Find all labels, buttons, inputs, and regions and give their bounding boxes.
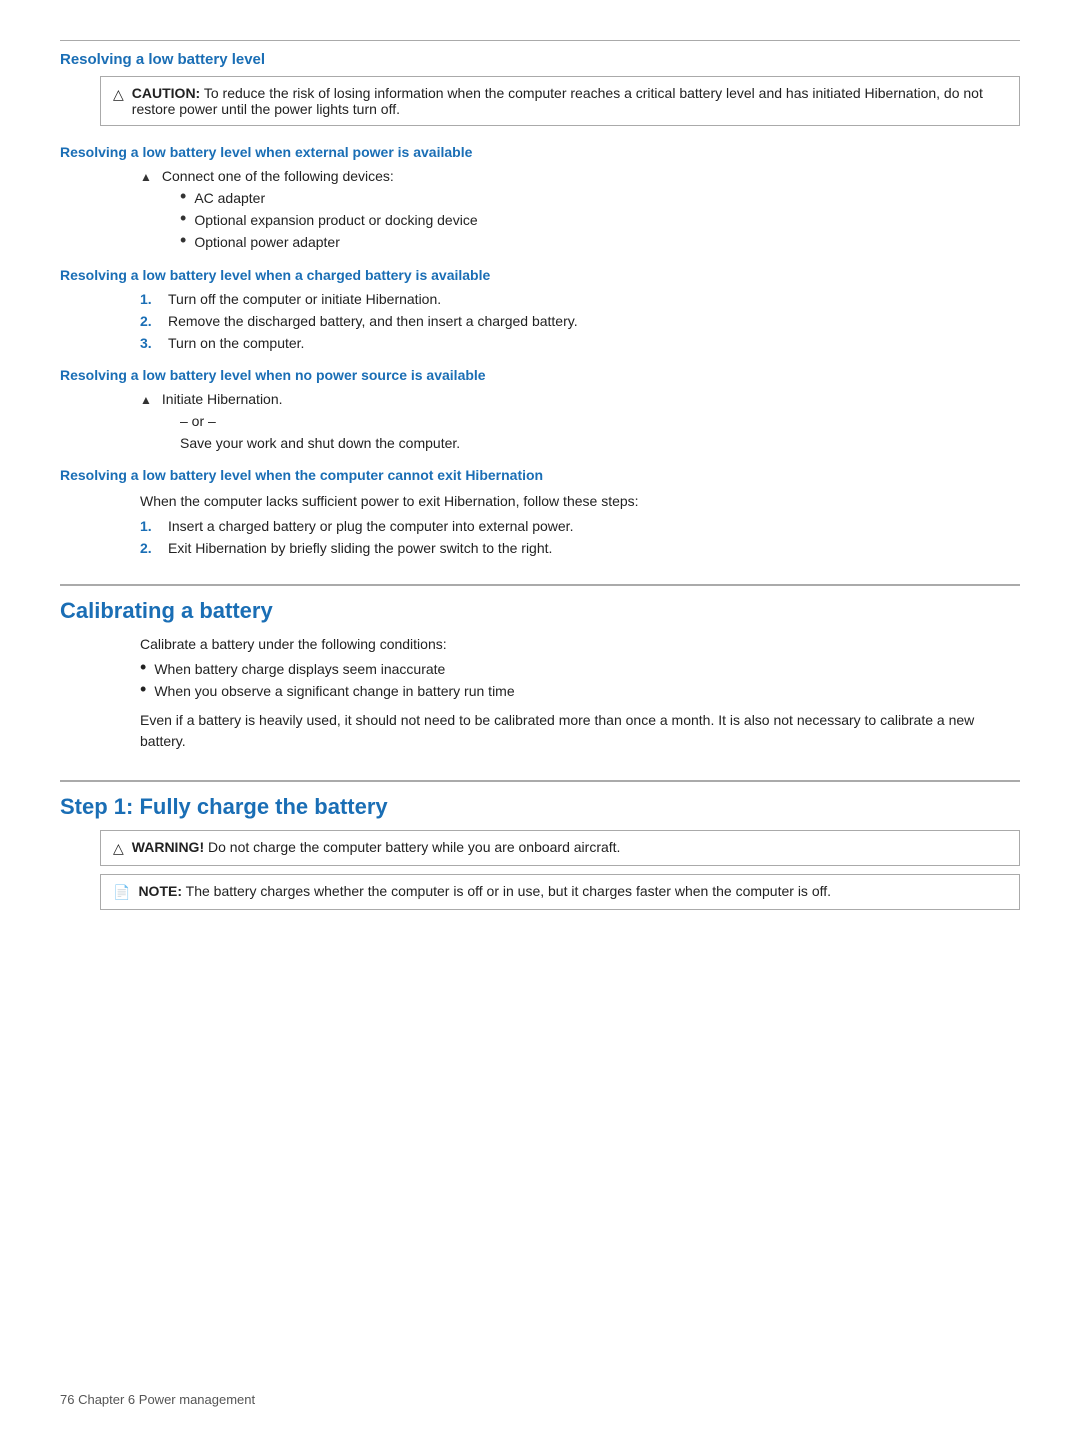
cannot-exit-step-1-text: Insert a charged battery or plug the com…: [168, 518, 573, 534]
charged-battery-steps: 1. Turn off the computer or initiate Hib…: [140, 291, 1020, 351]
initiate-hibernation-text: Initiate Hibernation.: [162, 391, 283, 407]
step-2-num: 2.: [140, 313, 168, 329]
cannot-exit-step-2-num: 2.: [140, 540, 168, 556]
calibrating-bullet-1: • When battery charge displays seem inac…: [140, 661, 1020, 678]
external-power-heading: Resolving a low battery level when exter…: [60, 144, 1020, 160]
note-label: NOTE:: [138, 883, 182, 899]
calibrating-note: Even if a battery is heavily used, it sh…: [140, 710, 1020, 752]
step1-heading: Step 1: Fully charge the battery: [60, 780, 1020, 820]
step-3-text: Turn on the computer.: [168, 335, 304, 351]
ac-adapter-text: AC adapter: [194, 190, 265, 206]
step-1-num: 1.: [140, 291, 168, 307]
warning-text: Do not charge the computer battery while…: [208, 839, 620, 855]
cannot-exit-steps: 1. Insert a charged battery or plug the …: [140, 518, 1020, 556]
dot-icon-cal-2: •: [140, 679, 146, 700]
dot-icon: •: [180, 208, 186, 229]
step-1: 1. Turn off the computer or initiate Hib…: [140, 291, 1020, 307]
cannot-exit-step-1-num: 1.: [140, 518, 168, 534]
warning-box: △ WARNING! Do not charge the computer ba…: [100, 830, 1020, 866]
power-adapter-item: • Optional power adapter: [180, 234, 1020, 251]
dot-icon: •: [180, 230, 186, 251]
warning-content: WARNING! Do not charge the computer batt…: [132, 839, 621, 855]
top-rule: [60, 40, 1020, 41]
step-2: 2. Remove the discharged battery, and th…: [140, 313, 1020, 329]
power-adapter-text: Optional power adapter: [194, 234, 340, 250]
note-text: The battery charges whether the computer…: [186, 883, 831, 899]
caution-content: CAUTION: To reduce the risk of losing in…: [132, 85, 1007, 117]
no-power-heading: Resolving a low battery level when no po…: [60, 367, 1020, 383]
triangle-icon-2: ▲: [140, 393, 152, 407]
ac-adapter-item: • AC adapter: [180, 190, 1020, 207]
resolving-heading: Resolving a low battery level: [60, 51, 1020, 68]
step-3-num: 3.: [140, 335, 168, 351]
cannot-exit-heading: Resolving a low battery level when the c…: [60, 467, 1020, 483]
calibrating-intro: Calibrate a battery under the following …: [140, 634, 1020, 655]
calibrating-bullets: • When battery charge displays seem inac…: [140, 661, 1020, 700]
calibrating-heading: Calibrating a battery: [60, 584, 1020, 624]
caution-box: △ CAUTION: To reduce the risk of losing …: [100, 76, 1020, 126]
step-1-text: Turn off the computer or initiate Hibern…: [168, 291, 441, 307]
dot-icon-cal-1: •: [140, 657, 146, 678]
calibrating-bullet-1-text: When battery charge displays seem inaccu…: [154, 661, 445, 677]
connect-devices-text: Connect one of the following devices:: [162, 168, 394, 184]
warning-icon: △: [113, 840, 124, 857]
caution-text: To reduce the risk of losing information…: [132, 85, 983, 117]
caution-icon: △: [113, 86, 124, 103]
page-footer: 76 Chapter 6 Power management: [60, 1392, 255, 1407]
calibrating-bullet-2-text: When you observe a significant change in…: [154, 683, 514, 699]
cannot-exit-step-1: 1. Insert a charged battery or plug the …: [140, 518, 1020, 534]
save-work-line: Save your work and shut down the compute…: [180, 435, 1020, 451]
warning-label: WARNING!: [132, 839, 204, 855]
note-icon: 📄: [113, 884, 130, 901]
step-2-text: Remove the discharged battery, and then …: [168, 313, 578, 329]
initiate-hibernation-bullet: ▲ Initiate Hibernation.: [140, 391, 1020, 407]
expansion-product-text: Optional expansion product or docking de…: [194, 212, 477, 228]
or-line: – or –: [180, 413, 1020, 429]
charged-battery-heading: Resolving a low battery level when a cha…: [60, 267, 1020, 283]
step-3: 3. Turn on the computer.: [140, 335, 1020, 351]
note-box: 📄 NOTE: The battery charges whether the …: [100, 874, 1020, 910]
dot-icon: •: [180, 186, 186, 207]
expansion-product-item: • Optional expansion product or docking …: [180, 212, 1020, 229]
cannot-exit-step-2-text: Exit Hibernation by briefly sliding the …: [168, 540, 552, 556]
calibrating-bullet-2: • When you observe a significant change …: [140, 683, 1020, 700]
caution-label: CAUTION:: [132, 85, 200, 101]
cannot-exit-step-2: 2. Exit Hibernation by briefly sliding t…: [140, 540, 1020, 556]
triangle-icon: ▲: [140, 170, 152, 184]
connect-devices-bullet: ▲ Connect one of the following devices:: [140, 168, 1020, 184]
note-content: NOTE: The battery charges whether the co…: [138, 883, 831, 899]
cannot-exit-intro: When the computer lacks sufficient power…: [140, 491, 1020, 512]
